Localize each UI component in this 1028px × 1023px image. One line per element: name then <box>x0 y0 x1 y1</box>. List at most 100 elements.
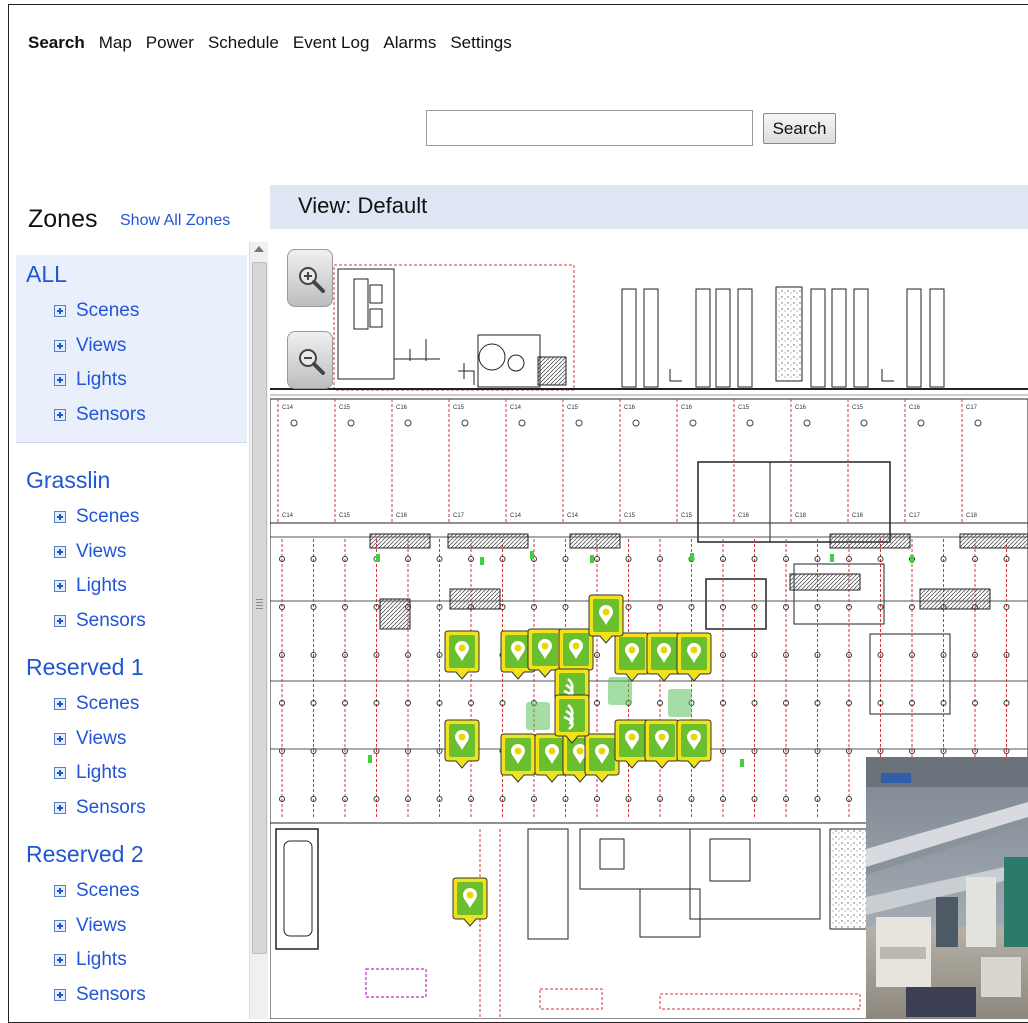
light-marker[interactable] <box>588 594 624 644</box>
nav-power[interactable]: Power <box>146 33 194 53</box>
bay-label-mid: C18 <box>966 513 978 519</box>
zone-item-sensors[interactable]: Sensors <box>26 398 247 433</box>
expand-plus-icon[interactable] <box>54 885 66 898</box>
light-marker[interactable] <box>584 733 620 783</box>
nav-settings[interactable]: Settings <box>450 33 511 53</box>
bay-label-mid: C15 <box>339 513 351 519</box>
scroll-up-arrow-icon[interactable] <box>254 246 264 252</box>
column-marker <box>689 419 697 427</box>
light-marker[interactable] <box>444 630 480 680</box>
expand-plus-icon[interactable] <box>54 954 66 967</box>
zone-item-views[interactable]: Views <box>26 535 247 570</box>
expand-plus-icon[interactable] <box>54 408 66 421</box>
column-marker <box>974 419 982 427</box>
sensor-marker[interactable] <box>554 694 590 744</box>
bay-label-top: C15 <box>852 405 864 411</box>
light-marker[interactable] <box>614 719 650 769</box>
zone-item-label: Scenes <box>76 506 140 528</box>
expand-plus-icon[interactable] <box>54 511 66 524</box>
column-marker <box>347 419 355 427</box>
sensor-dot <box>530 551 534 559</box>
expand-plus-icon[interactable] <box>54 732 66 745</box>
nav-map[interactable]: Map <box>99 33 132 53</box>
zone-name[interactable]: Grasslin <box>26 467 247 494</box>
bay-label-mid: C15 <box>624 513 636 519</box>
bay-label-mid: C14 <box>567 513 579 519</box>
search-input[interactable] <box>426 110 753 146</box>
sidebar-scrollbar[interactable] <box>249 242 268 1019</box>
sensor-dot <box>740 759 744 767</box>
expand-plus-icon[interactable] <box>54 339 66 352</box>
light-marker[interactable] <box>676 719 712 769</box>
zone-item-scenes[interactable]: Scenes <box>26 874 247 909</box>
sensor-dot <box>830 554 834 562</box>
light-marker[interactable] <box>614 632 650 682</box>
column-marker <box>917 419 925 427</box>
equipment-block <box>959 533 1028 549</box>
scrollbar-thumb[interactable] <box>252 262 267 954</box>
zone-item-label: Lights <box>76 762 127 784</box>
expand-plus-icon[interactable] <box>54 305 66 318</box>
zone-item-scenes[interactable]: Scenes <box>26 294 247 329</box>
bay-label-top: C16 <box>909 405 921 411</box>
zone-item-label: Sensors <box>76 983 146 1005</box>
sensor-dot <box>368 755 372 763</box>
nav-event-log[interactable]: Event Log <box>293 33 370 53</box>
zone-item-scenes[interactable]: Scenes <box>26 687 247 722</box>
faded-marker <box>526 702 550 730</box>
nav-search[interactable]: Search <box>28 33 85 53</box>
light-marker[interactable] <box>452 877 488 927</box>
expand-plus-icon[interactable] <box>54 545 66 558</box>
zone-item-label: Sensors <box>76 609 146 631</box>
zone-name[interactable]: Reserved 2 <box>26 841 247 868</box>
bay-label-mid: C14 <box>282 513 294 519</box>
zoom-out-button[interactable] <box>287 331 333 389</box>
bay-label-top: C14 <box>510 405 522 411</box>
zone-item-lights[interactable]: Lights <box>26 363 247 398</box>
zone-name[interactable]: Reserved 1 <box>26 654 247 681</box>
light-marker[interactable] <box>644 719 680 769</box>
light-marker[interactable] <box>444 719 480 769</box>
zone-name[interactable]: ALL <box>26 261 247 288</box>
zoom-out-icon <box>299 349 325 375</box>
zone-item-lights[interactable]: Lights <box>26 569 247 604</box>
zone-item-views[interactable]: Views <box>26 722 247 757</box>
bay-label-mid: C16 <box>396 513 408 519</box>
expand-plus-icon[interactable] <box>54 919 66 932</box>
bay-label-mid: C18 <box>795 513 807 519</box>
zone-item-lights[interactable]: Lights <box>26 943 247 978</box>
light-marker[interactable] <box>646 632 682 682</box>
expand-plus-icon[interactable] <box>54 801 66 814</box>
sensor-dot <box>376 554 380 562</box>
zone-item-label: Lights <box>76 369 127 391</box>
zones-title: Zones <box>28 205 98 233</box>
column-marker <box>290 419 298 427</box>
bay-label-mid: C16 <box>738 513 750 519</box>
zone-item-views[interactable]: Views <box>26 329 247 364</box>
nav-alarms[interactable]: Alarms <box>383 33 436 53</box>
zone-item-lights[interactable]: Lights <box>26 756 247 791</box>
light-marker[interactable] <box>500 733 536 783</box>
expand-plus-icon[interactable] <box>54 988 66 1001</box>
zone-item-sensors[interactable]: Sensors <box>26 604 247 639</box>
expand-plus-icon[interactable] <box>54 767 66 780</box>
expand-plus-icon[interactable] <box>54 698 66 711</box>
expand-plus-icon[interactable] <box>54 614 66 627</box>
search-button[interactable]: Search <box>763 113 836 144</box>
zone-item-label: Scenes <box>76 880 140 902</box>
nav-schedule[interactable]: Schedule <box>208 33 279 53</box>
expand-plus-icon[interactable] <box>54 580 66 593</box>
light-marker[interactable] <box>676 632 712 682</box>
faded-marker <box>668 689 692 717</box>
equipment-block <box>379 598 411 630</box>
bay-label-mid: C15 <box>681 513 693 519</box>
sensor-dot <box>910 555 914 563</box>
zoom-in-button[interactable] <box>287 249 333 307</box>
expand-plus-icon[interactable] <box>54 374 66 387</box>
zone-item-views[interactable]: Views <box>26 909 247 944</box>
show-all-zones-link[interactable]: Show All Zones <box>120 212 230 230</box>
zone-item-scenes[interactable]: Scenes <box>26 500 247 535</box>
zone-item-sensors[interactable]: Sensors <box>26 791 247 826</box>
zone-item-sensors[interactable]: Sensors <box>26 978 247 1013</box>
scroll-grip-icon <box>256 599 263 611</box>
